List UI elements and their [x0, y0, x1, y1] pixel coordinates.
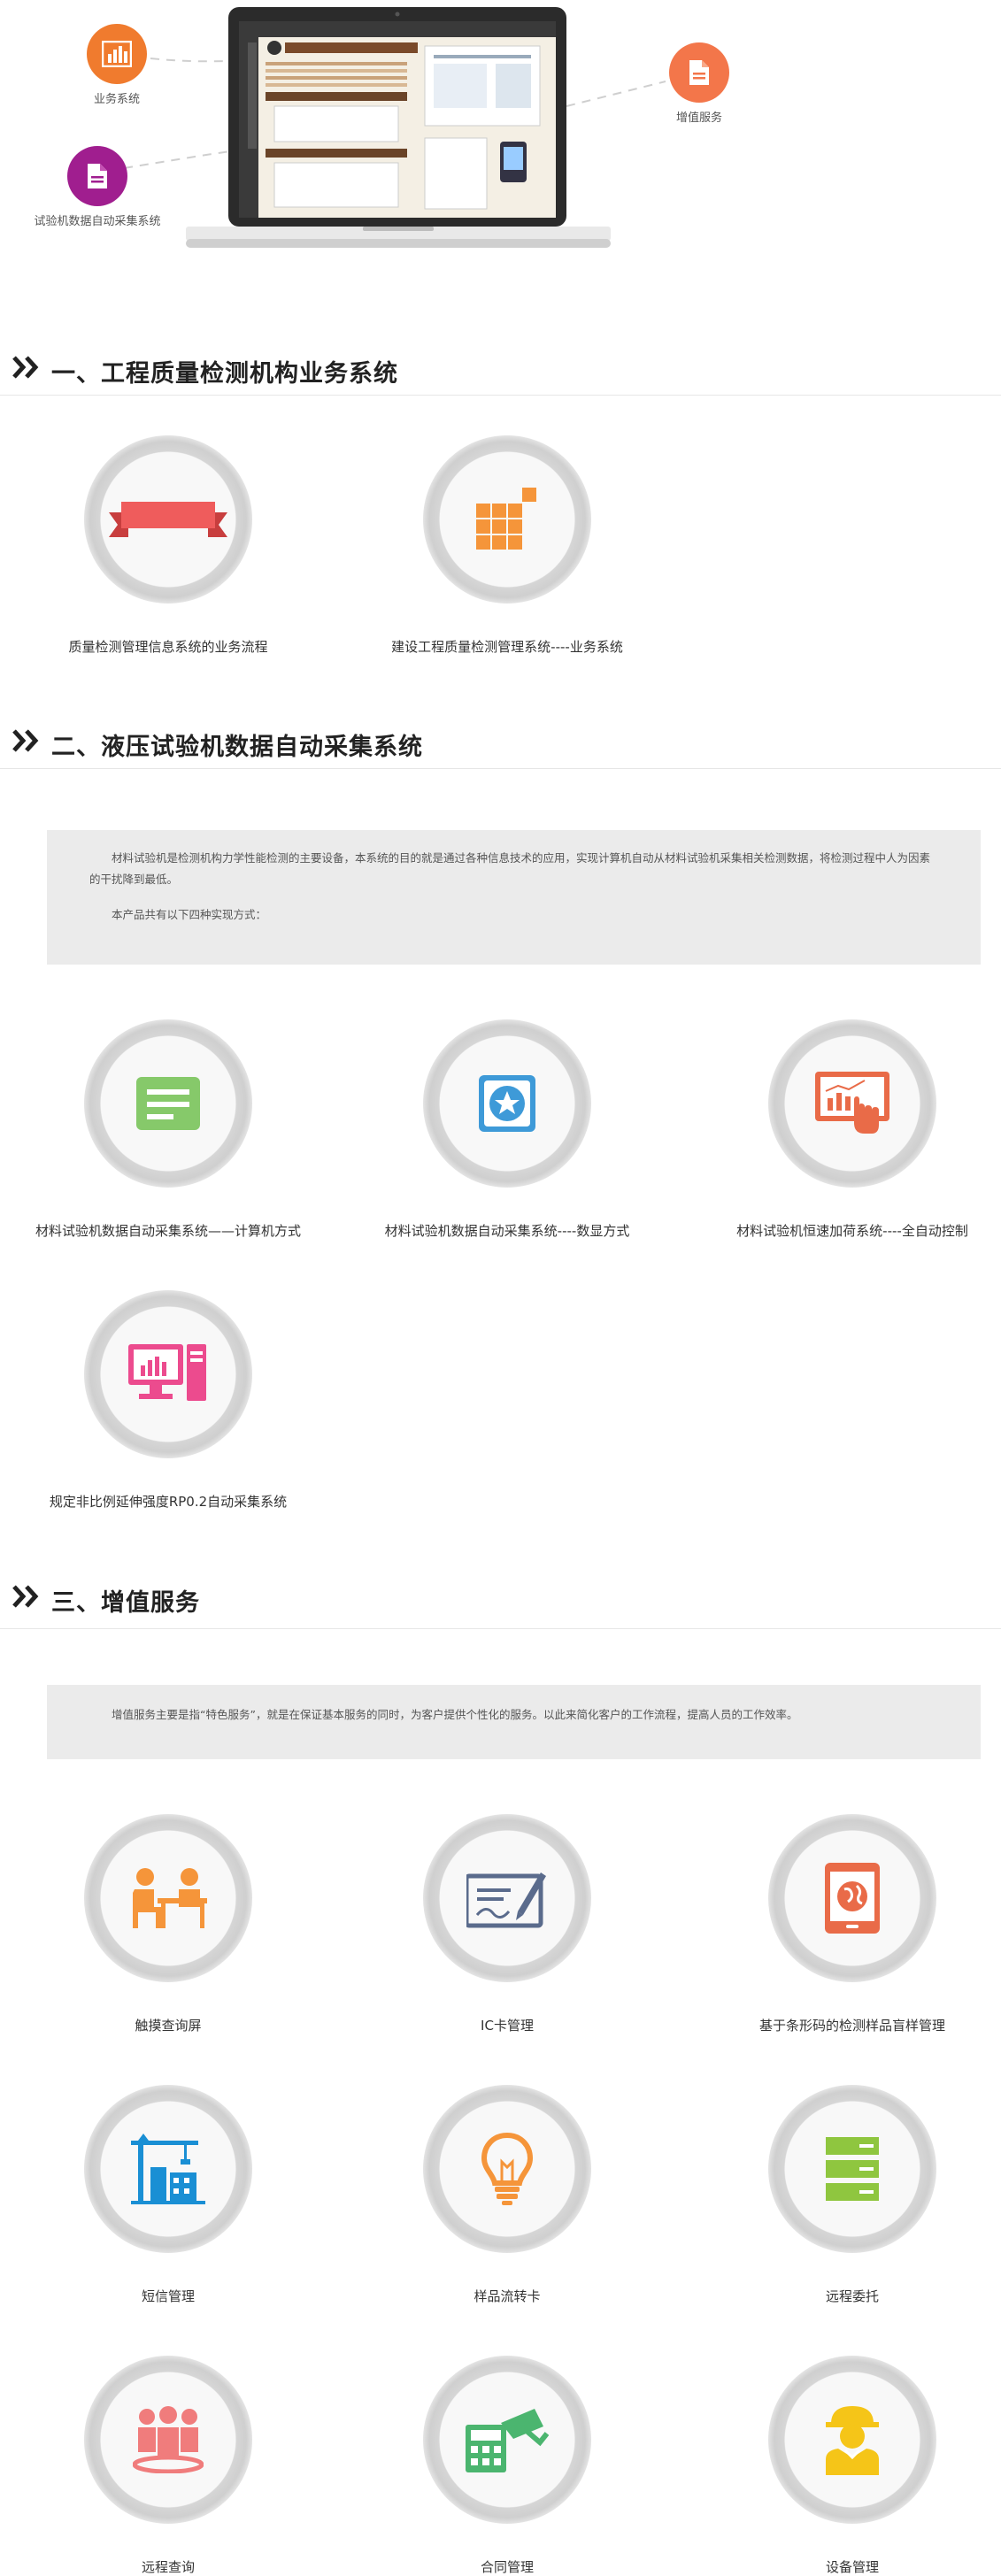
section-header-collection: 二、液压试验机数据自动采集系统 [0, 719, 1001, 763]
star-badge-icon [479, 1075, 535, 1132]
calculator-camera-icon [466, 2409, 549, 2472]
item-label: 短信管理 [141, 2288, 195, 2304]
item-touch-query[interactable]: 触摸查询屏 [0, 1814, 341, 2034]
item-label: 样品流转卡 [474, 2288, 541, 2304]
item-label: 材料试验机数据自动采集系统——计算机方式 [35, 1223, 301, 1239]
item-label: 合同管理 [480, 2559, 534, 2575]
item-remote-entrust[interactable]: 远程委托 [680, 2085, 1001, 2305]
item-contract[interactable]: 合同管理 [335, 2356, 680, 2576]
card-icon [136, 1077, 200, 1130]
section-header-business: 一、工程质量检测机构业务系统 [0, 345, 1001, 389]
item-label: 触摸查询屏 [135, 2018, 202, 2034]
item-label: 基于条形码的检测样品盲样管理 [758, 2018, 945, 2034]
item-label: IC卡管理 [481, 2018, 534, 2034]
laptop-screenshot [186, 7, 611, 257]
item-auto-control[interactable]: 材料试验机恒速加荷系统----全自动控制 [680, 1019, 1001, 1240]
meeting-icon [133, 1868, 207, 1928]
worker-icon [826, 2406, 879, 2475]
item-label: 质量检测管理信息系统的业务流程 [68, 639, 268, 655]
document-icon [67, 146, 127, 206]
hero-node-business-system[interactable]: 业务系统 [64, 24, 170, 106]
item-digital-display[interactable]: 材料试验机数据自动采集系统----数显方式 [335, 1019, 680, 1240]
item-sms[interactable]: 短信管理 [0, 2085, 341, 2305]
item-label: 建设工程质量检测管理系统----业务系统 [391, 639, 623, 655]
item-business-system[interactable]: 建设工程质量检测管理系统----业务系统 [335, 435, 680, 656]
lightbulb-icon [481, 2132, 534, 2205]
section-divider [0, 395, 1001, 396]
hero-node-label: 试验机数据自动采集系统 [34, 215, 161, 228]
hero-node-label: 增值服务 [675, 111, 722, 125]
section-divider [0, 1628, 1001, 1629]
server-icon [826, 2137, 879, 2201]
hero-node-value-added[interactable]: 增值服务 [655, 42, 743, 125]
item-equipment[interactable]: 设备管理 [680, 2356, 1001, 2576]
item-computer-mode[interactable]: 材料试验机数据自动采集系统——计算机方式 [0, 1019, 341, 1240]
description-text: 增值服务主要是指“特色服务”，就是在保证基本服务的同时，为客户提供个性化的服务。… [112, 1708, 798, 1721]
grid-blocks-icon [476, 488, 536, 550]
document-icon [669, 42, 729, 103]
touch-screen-icon [815, 1072, 889, 1134]
hero-node-data-collection[interactable]: 试验机数据自动采集系统 [18, 146, 177, 228]
double-chevron-icon [12, 356, 39, 379]
item-label: 规定非比例延伸强度RP0.2自动采集系统 [49, 1494, 288, 1510]
section-title: 二、液压试验机数据自动采集系统 [51, 734, 423, 761]
people-group-icon [133, 2406, 204, 2473]
ribbon-banner-icon [109, 502, 227, 537]
computer-icon [128, 1344, 206, 1401]
item-label: 远程查询 [141, 2559, 195, 2575]
crane-building-icon [131, 2134, 205, 2204]
section-header-value-added: 三、增值服务 [0, 1574, 1001, 1619]
section-title: 一、工程质量检测机构业务系统 [51, 360, 398, 388]
description-box: 增值服务主要是指“特色服务”，就是在保证基本服务的同时，为客户提供个性化的服务。… [47, 1685, 981, 1759]
double-chevron-icon [12, 1585, 39, 1608]
bar-chart-icon [87, 24, 147, 84]
section-title: 三、增值服务 [51, 1589, 200, 1617]
item-label: 材料试验机数据自动采集系统----数显方式 [384, 1223, 630, 1239]
item-barcode-sample[interactable]: 基于条形码的检测样品盲样管理 [680, 1814, 1001, 2034]
item-remote-query[interactable]: 远程查询 [0, 2356, 341, 2576]
double-chevron-icon [12, 729, 39, 752]
description-box: 材料试验机是检测机构力学性能检测的主要设备，本系统的目的就是通过各种信息技术的应… [47, 830, 981, 965]
signature-card-icon [466, 1872, 546, 1928]
item-ic-card[interactable]: IC卡管理 [335, 1814, 680, 2034]
section-divider [0, 768, 1001, 769]
item-rp02-collection[interactable]: 规定非比例延伸强度RP0.2自动采集系统 [0, 1290, 341, 1511]
item-business-flow[interactable]: 质量检测管理信息系统的业务流程 [0, 435, 341, 656]
hero-node-label: 业务系统 [93, 93, 140, 106]
tablet-globe-icon [825, 1863, 880, 1934]
description-text: 材料试验机是检测机构力学性能检测的主要设备，本系统的目的就是通过各种信息技术的应… [89, 851, 931, 886]
item-label: 材料试验机恒速加荷系统----全自动控制 [736, 1223, 968, 1239]
item-label: 远程委托 [825, 2288, 879, 2304]
item-label: 设备管理 [825, 2559, 879, 2575]
item-sample-card[interactable]: 样品流转卡 [335, 2085, 680, 2305]
description-text: 本产品共有以下四种实现方式： [112, 908, 267, 921]
